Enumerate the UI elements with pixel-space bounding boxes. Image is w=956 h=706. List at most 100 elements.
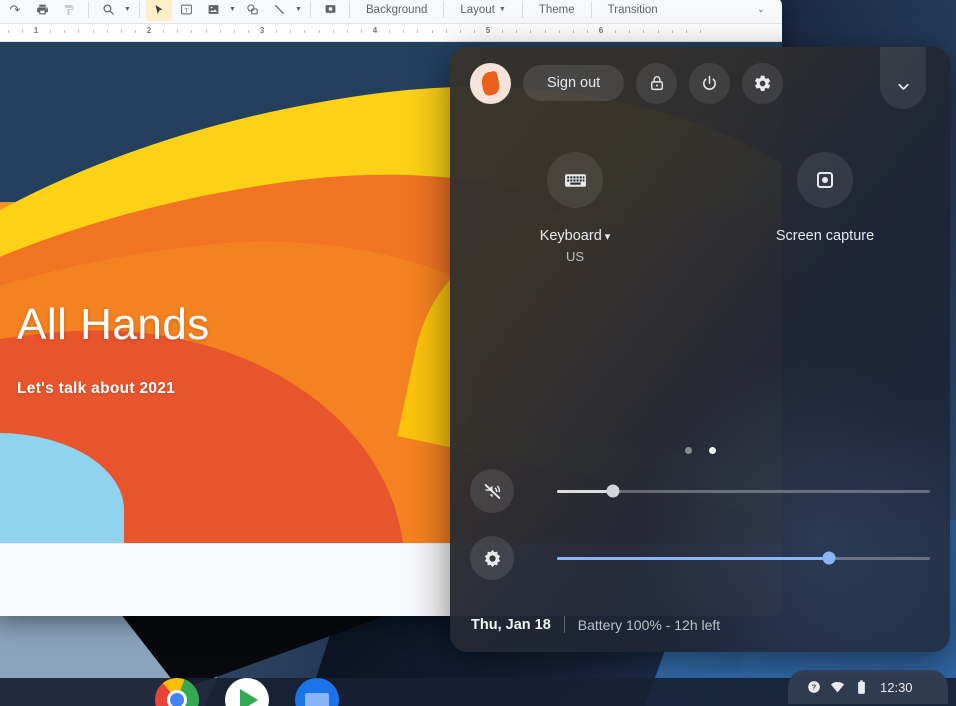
menu-theme[interactable]: Theme (529, 0, 585, 21)
ruler-tick (629, 30, 631, 33)
print-icon[interactable] (29, 0, 55, 21)
quick-settings-panel: Sign out Keyboard ▾ US Screen capture Th… (450, 47, 950, 652)
toolbar-divider (521, 1, 523, 18)
ruler-tick (276, 30, 278, 33)
ruler-tick (134, 30, 136, 33)
ruler-number: 2 (146, 26, 152, 35)
status-tray[interactable]: ? 12:30 (788, 670, 948, 704)
battery-status-label[interactable]: Battery 100% - 12h left (578, 617, 720, 633)
collapse-panel-chevron-icon[interactable] (880, 47, 926, 109)
feature-tile-keyboard-label: Keyboard ▾ (540, 228, 611, 244)
volume-slider-track[interactable] (557, 484, 930, 498)
menu-layout-label: Layout (460, 3, 495, 16)
ruler-tick (473, 30, 475, 33)
ruler-tick (304, 30, 306, 33)
volume-slider-thumb[interactable] (606, 484, 620, 498)
zoom-icon[interactable] (95, 0, 121, 21)
ruler-number: 3 (259, 26, 265, 35)
toolbar-divider (310, 1, 311, 18)
ruler-tick (318, 30, 320, 33)
ruler-number: 4 (372, 26, 378, 35)
page-indicator-dots[interactable] (450, 447, 950, 454)
zoom-dropdown-caret-icon[interactable]: ▼ (122, 0, 133, 21)
ruler-tick (247, 30, 249, 33)
horizontal-ruler[interactable]: 1 2 3 4 5 6 (0, 24, 782, 42)
quick-settings-header: Sign out (450, 47, 950, 119)
files-app-icon[interactable] (295, 678, 339, 706)
shelf: ? 12:30 (0, 670, 956, 706)
ruler-tick (21, 30, 23, 33)
help-icon[interactable]: ? (806, 680, 821, 695)
page-dot-1[interactable] (684, 447, 692, 454)
toolbar-divider (349, 1, 350, 18)
ruler-tick (78, 30, 80, 33)
footer-divider (563, 616, 565, 633)
menu-background[interactable]: Background (356, 0, 437, 21)
menu-layout[interactable]: Layout ▼ (450, 0, 515, 21)
ruler-tick (92, 30, 94, 33)
clock-label[interactable]: 12:30 (880, 680, 913, 695)
slide-title[interactable]: All Hands (17, 300, 210, 350)
ruler-tick (177, 30, 179, 33)
ruler-tick (106, 30, 108, 33)
text-box-icon[interactable]: T (173, 0, 199, 21)
date-label[interactable]: Thu, Jan 18 (471, 617, 551, 633)
comment-icon[interactable] (317, 0, 343, 21)
ruler-tick (346, 30, 348, 33)
lock-icon[interactable] (636, 62, 678, 104)
ruler-tick (290, 30, 292, 33)
settings-gear-icon[interactable] (742, 62, 784, 104)
sign-out-button[interactable]: Sign out (523, 65, 625, 101)
power-icon[interactable] (689, 62, 731, 104)
insert-image-icon[interactable] (200, 0, 226, 21)
page-dot-2[interactable] (708, 447, 716, 454)
select-cursor-icon[interactable] (146, 0, 172, 21)
brightness-icon[interactable] (470, 536, 514, 580)
ruler-tick (459, 30, 461, 33)
keyboard-layout-sublabel: US (565, 249, 585, 264)
volume-muted-icon[interactable] (470, 469, 514, 513)
ruler-tick (572, 30, 574, 33)
ruler-tick (699, 30, 701, 33)
ruler-number: 6 (598, 26, 604, 35)
line-dropdown-caret-icon[interactable]: ▼ (293, 0, 304, 21)
chrome-app-icon[interactable] (155, 678, 199, 706)
shape-icon[interactable] (239, 0, 265, 21)
brightness-slider-thumb[interactable] (822, 551, 836, 565)
slide-subtitle[interactable]: Let's talk about 2021 (17, 380, 175, 398)
ruler-number: 5 (485, 26, 491, 35)
menu-transition[interactable]: Transition (598, 0, 668, 21)
feature-tile-screen-capture[interactable]: Screen capture (700, 152, 950, 264)
image-dropdown-caret-icon[interactable]: ▼ (227, 0, 238, 21)
ruler-tick (389, 30, 391, 33)
ruler-tick (417, 30, 419, 33)
ruler-tick (163, 30, 165, 33)
redo-icon[interactable]: ↷ (2, 0, 28, 21)
ruler-tick (403, 30, 405, 33)
ruler-tick (50, 30, 52, 33)
ruler-tick (191, 30, 193, 33)
shelf-app-list (155, 678, 339, 706)
line-icon[interactable] (266, 0, 292, 21)
battery-icon[interactable] (854, 679, 869, 695)
toolbar-collapse-chevron-icon[interactable]: ⌄ (752, 0, 770, 18)
ruler-tick (445, 30, 447, 33)
feature-tiles-row: Keyboard ▾ US Screen capture (450, 152, 950, 264)
brightness-slider-fill (557, 556, 830, 560)
toolbar-divider (443, 1, 445, 18)
ruler-tick (544, 30, 546, 33)
screen-capture-icon (797, 152, 853, 208)
svg-text:?: ? (811, 683, 816, 692)
play-store-app-icon[interactable] (225, 678, 269, 706)
paint-format-icon[interactable] (56, 0, 82, 21)
chromeos-desktop-screenshot: ↷ ▼ T ▼ ▼ Background Layout ▼ Theme Tran… (0, 0, 956, 706)
feature-tile-keyboard[interactable]: Keyboard ▾ US (450, 152, 700, 264)
toolbar-divider (590, 1, 592, 18)
brightness-slider-track[interactable] (557, 551, 930, 565)
keyboard-label-text: Keyboard (539, 228, 602, 244)
wifi-icon[interactable] (830, 680, 845, 695)
user-avatar[interactable] (470, 62, 511, 104)
quick-settings-footer: Thu, Jan 18 Battery 100% - 12h left (471, 616, 720, 633)
ruler-tick (643, 30, 645, 33)
ruler-tick (586, 30, 588, 33)
